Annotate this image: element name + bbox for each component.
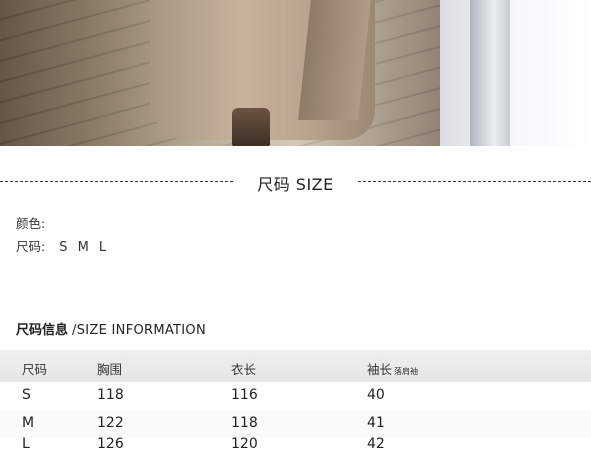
cell-size: L xyxy=(22,436,30,452)
section-title: 尺码 SIZE xyxy=(257,175,334,194)
size-info-heading: 尺码信息/SIZE INFORMATION xyxy=(16,319,206,338)
size-value: S M L xyxy=(59,240,108,255)
size-section-header: 尺码 SIZE xyxy=(0,168,591,196)
product-photo xyxy=(0,0,591,146)
header-sleeve: 袖长 落肩袖 xyxy=(367,359,418,378)
header-size: 尺码 xyxy=(22,362,48,377)
color-attribute: 颜色: xyxy=(16,213,55,232)
window-frame xyxy=(470,0,510,146)
boot xyxy=(232,108,270,146)
cell-length: 116 xyxy=(231,387,258,403)
color-label: 颜色: xyxy=(16,216,46,231)
cell-size: S xyxy=(22,387,31,403)
dashed-divider-right xyxy=(358,181,591,182)
header-sleeve-label: 袖长 xyxy=(367,362,393,377)
header-length: 衣长 xyxy=(231,362,257,377)
table-row: L 126 120 42 xyxy=(0,431,591,459)
cell-sleeve: 40 xyxy=(367,387,385,403)
cell-chest: 122 xyxy=(97,415,124,431)
cell-length: 118 xyxy=(231,415,258,431)
size-label: 尺码: xyxy=(16,239,46,254)
size-table-header: 尺码 胸围 衣长 袖长 落肩袖 xyxy=(0,350,591,382)
size-attribute: 尺码: S M L xyxy=(16,236,107,255)
cell-chest: 118 xyxy=(97,387,124,403)
cell-chest: 126 xyxy=(97,436,124,452)
cell-length: 120 xyxy=(231,436,258,452)
header-chest: 胸围 xyxy=(97,362,123,377)
cell-size: M xyxy=(22,415,35,431)
cell-sleeve: 41 xyxy=(367,415,385,431)
cell-sleeve: 42 xyxy=(367,436,385,452)
header-sleeve-note: 落肩袖 xyxy=(394,367,419,376)
size-info-heading-en: /SIZE INFORMATION xyxy=(72,323,206,338)
window-light xyxy=(440,0,591,146)
size-info-heading-zh: 尺码信息 xyxy=(16,323,69,338)
table-row: S 118 116 40 xyxy=(0,382,591,410)
